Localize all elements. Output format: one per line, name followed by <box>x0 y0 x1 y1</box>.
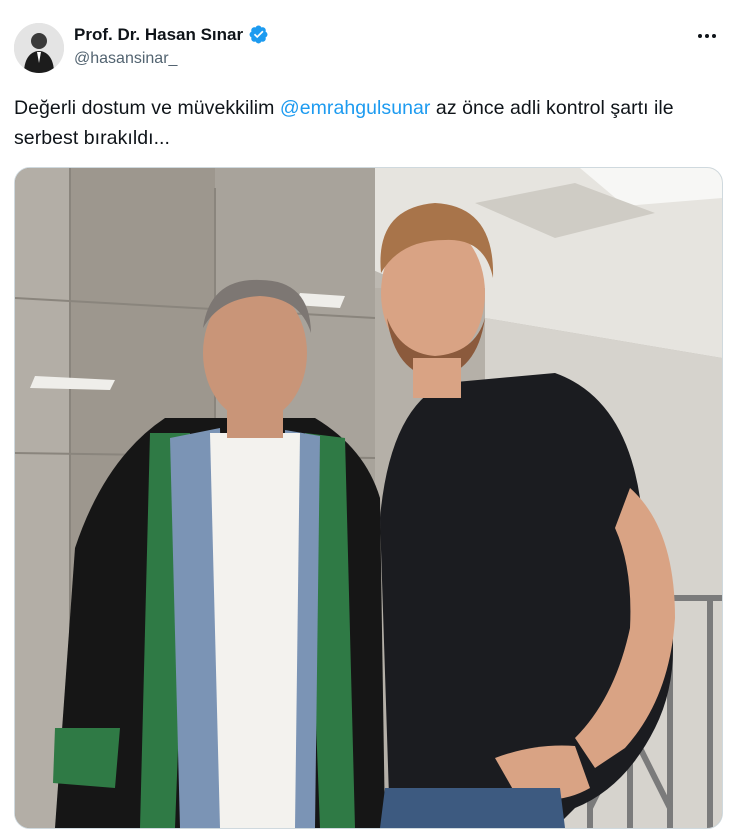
tweet-photo[interactable] <box>14 167 723 829</box>
tweet-header: Prof. Dr. Hasan Sınar @hasansinar_ <box>0 0 737 90</box>
tweet-text: Değerli dostum ve müvekkilim @emrahgulsu… <box>14 93 724 153</box>
avatar[interactable] <box>14 23 64 73</box>
name-row: Prof. Dr. Hasan Sınar <box>74 24 269 45</box>
mention-link[interactable]: @emrahgulsunar <box>280 97 431 119</box>
avatar-image <box>14 23 64 73</box>
display-name[interactable]: Prof. Dr. Hasan Sınar <box>74 25 243 45</box>
author-handle[interactable]: @hasansinar_ <box>74 50 177 68</box>
verified-badge-icon <box>248 24 269 45</box>
more-options-icon[interactable] <box>693 26 721 46</box>
tweet-text-part: Değerli dostum ve müvekkilim <box>14 97 280 119</box>
photo-image <box>15 168 722 828</box>
